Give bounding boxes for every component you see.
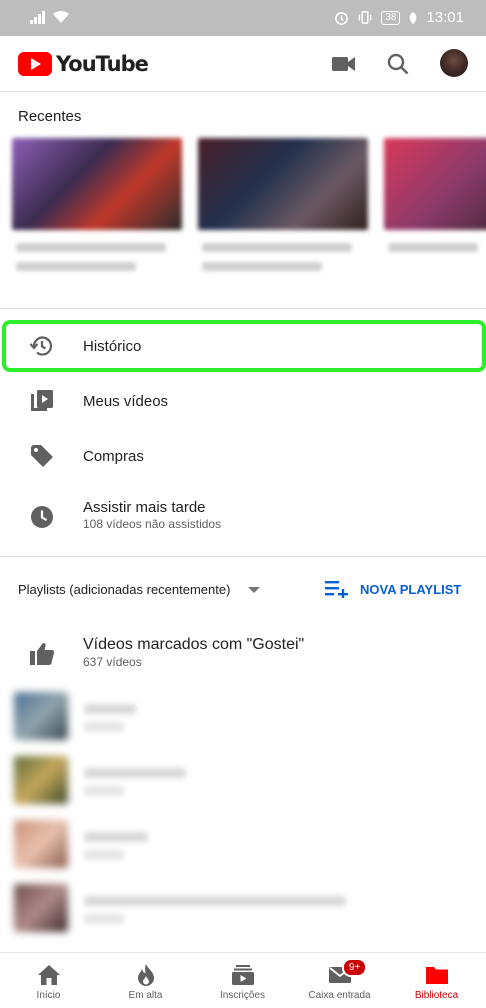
subscriptions-icon bbox=[230, 963, 256, 987]
recent-video-title-placeholder bbox=[388, 243, 478, 252]
menu-item-watch-later[interactable]: Assistir mais tarde 108 vídeos não assis… bbox=[0, 488, 486, 548]
clock-time: 13:01 bbox=[426, 9, 464, 26]
playlist-thumbnail[interactable] bbox=[14, 820, 68, 868]
playlist-title-placeholder bbox=[84, 832, 148, 842]
playlist-title: Vídeos marcados com "Gostei" bbox=[83, 636, 305, 653]
menu-item-label: Meus vídeos bbox=[83, 393, 169, 410]
menu-item-label: Compras bbox=[83, 448, 144, 465]
recent-video-thumbnail[interactable] bbox=[12, 138, 182, 230]
nav-label: Início bbox=[36, 990, 61, 1001]
playlist-thumbnail[interactable] bbox=[14, 884, 68, 932]
playlist-title-placeholder bbox=[84, 704, 136, 714]
menu-item-subtitle: 108 vídeos não assistidos bbox=[83, 517, 222, 531]
recent-video-thumbnail[interactable] bbox=[384, 138, 486, 230]
youtube-logo[interactable]: YouTube bbox=[18, 52, 149, 76]
playlist-thumbnail[interactable] bbox=[14, 756, 68, 804]
playlist-subtitle: 637 vídeos bbox=[83, 655, 142, 669]
nav-trending[interactable]: Em alta bbox=[97, 953, 194, 1008]
playlist-title-placeholder bbox=[84, 896, 346, 906]
youtube-play-icon bbox=[18, 52, 52, 76]
playlist-title-placeholder bbox=[84, 768, 186, 778]
leaf-icon bbox=[410, 11, 417, 24]
my-videos-icon bbox=[27, 386, 57, 416]
playlist-subtitle-placeholder bbox=[84, 850, 124, 860]
playlists-sort-label[interactable]: Playlists (adicionadas recentemente) bbox=[18, 582, 230, 597]
nav-label: Caixa entrada bbox=[308, 990, 371, 1001]
history-icon bbox=[27, 331, 57, 361]
divider bbox=[0, 556, 486, 557]
battery-level: 38 bbox=[381, 10, 401, 25]
menu-item-label: Histórico bbox=[83, 338, 142, 355]
menu-item-label: Assistir mais tarde bbox=[83, 499, 206, 516]
playlist-subtitle-placeholder bbox=[84, 914, 124, 924]
status-right: 38 13:01 bbox=[334, 9, 464, 26]
playlist-add-icon bbox=[325, 581, 348, 598]
signal-icon bbox=[30, 11, 45, 24]
menu-item-history[interactable]: Histórico bbox=[0, 320, 486, 372]
recent-video-title-placeholder bbox=[16, 262, 136, 271]
account-avatar[interactable] bbox=[440, 49, 468, 77]
alarm-icon bbox=[335, 12, 349, 25]
chevron-down-icon[interactable] bbox=[248, 587, 260, 593]
library-folder-icon bbox=[424, 963, 450, 987]
upload-video-button[interactable] bbox=[330, 50, 358, 78]
search-icon bbox=[387, 53, 409, 75]
vibrate-icon bbox=[359, 11, 372, 24]
nav-library[interactable]: Biblioteca bbox=[388, 953, 485, 1008]
menu-item-my-videos[interactable]: Meus vídeos bbox=[0, 375, 486, 427]
trending-fire-icon bbox=[133, 963, 159, 987]
playlist-item-liked[interactable]: Vídeos marcados com "Gostei" 637 vídeos bbox=[0, 624, 486, 682]
playlist-subtitle-placeholder bbox=[84, 722, 124, 732]
app-bar: YouTube bbox=[0, 36, 486, 92]
watch-later-clock-icon bbox=[27, 502, 57, 532]
status-bar: 38 13:01 bbox=[0, 0, 486, 36]
playlist-thumbnail[interactable] bbox=[14, 692, 68, 740]
wifi-icon bbox=[53, 10, 69, 23]
nav-label: Em alta bbox=[128, 990, 163, 1001]
purchases-tag-icon bbox=[27, 441, 57, 471]
video-camera-icon bbox=[332, 57, 355, 71]
recent-video-thumbnail[interactable] bbox=[198, 138, 368, 230]
status-left bbox=[30, 10, 70, 24]
new-playlist-button[interactable]: NOVA PLAYLIST bbox=[325, 580, 461, 598]
logo-text: YouTube bbox=[56, 52, 149, 76]
recents-heading: Recentes bbox=[18, 108, 82, 125]
recent-video-title-placeholder bbox=[202, 243, 352, 252]
menu-item-purchases[interactable]: Compras bbox=[0, 430, 486, 482]
home-icon bbox=[36, 963, 62, 987]
recent-video-title-placeholder bbox=[16, 243, 166, 252]
bottom-navigation: Início Em alta Inscrições Caixa entrada … bbox=[0, 952, 486, 1008]
nav-label: Inscrições bbox=[219, 990, 265, 1001]
recent-video-title-placeholder bbox=[202, 262, 322, 271]
new-playlist-label: NOVA PLAYLIST bbox=[360, 581, 462, 597]
nav-home[interactable]: Início bbox=[0, 953, 97, 1008]
nav-label: Biblioteca bbox=[414, 990, 459, 1001]
divider bbox=[0, 308, 486, 309]
playlist-subtitle-placeholder bbox=[84, 786, 124, 796]
nav-subscriptions[interactable]: Inscrições bbox=[194, 953, 291, 1008]
thumbs-up-icon bbox=[27, 639, 57, 669]
notification-badge: 9+ bbox=[342, 958, 368, 977]
nav-inbox[interactable]: Caixa entrada bbox=[291, 953, 388, 1008]
search-button[interactable] bbox=[384, 50, 412, 78]
